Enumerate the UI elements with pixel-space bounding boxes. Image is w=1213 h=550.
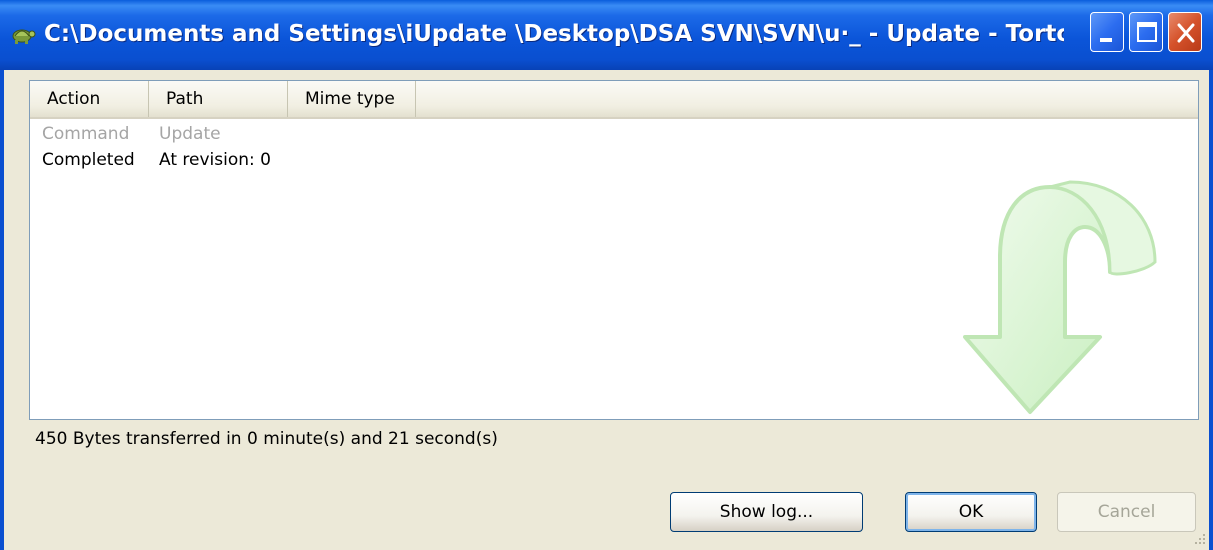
maximize-icon xyxy=(1137,22,1157,42)
column-header-path[interactable]: Path xyxy=(149,81,288,117)
update-arrow-icon xyxy=(963,180,1157,414)
cancel-button[interactable]: Cancel xyxy=(1057,492,1196,532)
ok-button[interactable]: OK xyxy=(905,492,1037,532)
list-row[interactable]: Completed At revision: 0 xyxy=(30,148,430,172)
window-border-left xyxy=(0,70,4,550)
tortoise-icon xyxy=(12,29,36,44)
window-border-right xyxy=(1209,70,1213,550)
minimize-icon xyxy=(1100,38,1112,42)
row-path: At revision: 0 xyxy=(159,150,271,170)
maximize-button[interactable] xyxy=(1129,12,1163,52)
list-row[interactable]: Command Update xyxy=(30,122,430,146)
close-icon xyxy=(1177,23,1195,43)
window-title: C:\Documents and Settings\iUpdate \Deskt… xyxy=(44,21,1064,47)
row-action: Completed xyxy=(42,150,135,170)
minimize-button[interactable] xyxy=(1090,12,1124,52)
column-header-action[interactable]: Action xyxy=(30,81,149,117)
close-button[interactable] xyxy=(1168,12,1202,52)
update-results-list[interactable]: Action Path Mime type Command Update Com… xyxy=(29,80,1199,420)
update-dialog: C:\Documents and Settings\iUpdate \Deskt… xyxy=(0,0,1213,550)
list-header: Action Path Mime type xyxy=(30,81,1198,119)
column-header-mime-type[interactable]: Mime type xyxy=(288,81,416,117)
transfer-status: 450 Bytes transferred in 0 minute(s) and… xyxy=(35,429,498,449)
row-action: Command xyxy=(42,124,130,144)
show-log-button[interactable]: Show log... xyxy=(670,492,863,532)
row-path: Update xyxy=(159,124,221,144)
resize-grip-icon[interactable] xyxy=(1193,532,1207,546)
title-bar[interactable]: C:\Documents and Settings\iUpdate \Deskt… xyxy=(0,0,1213,70)
